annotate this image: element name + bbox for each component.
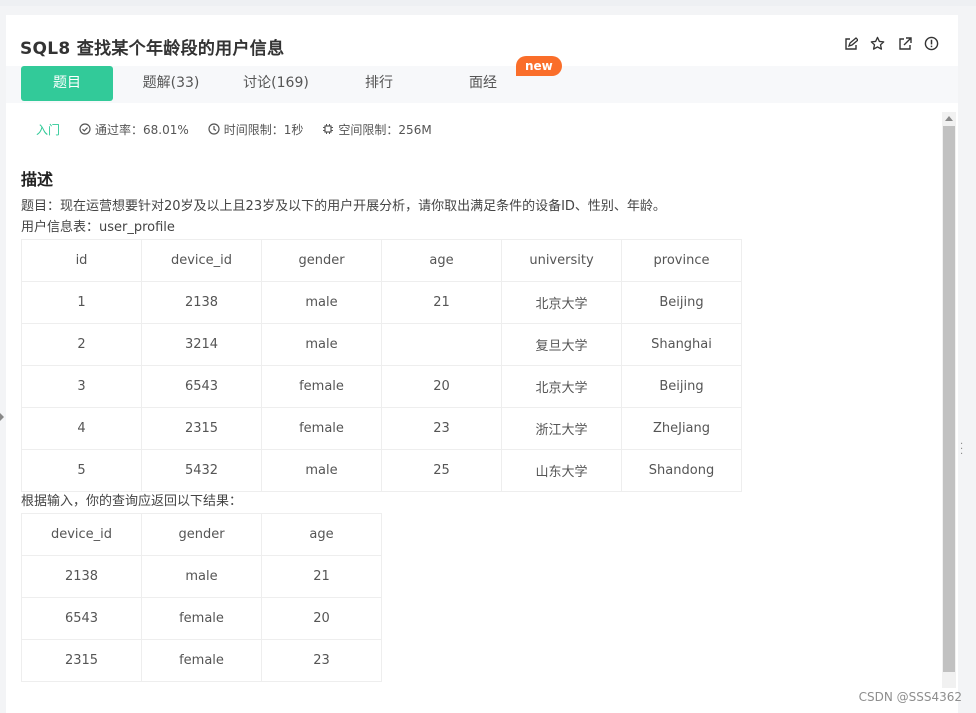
difficulty-level: 入门	[36, 122, 61, 137]
table-cell: 5432	[141, 449, 262, 492]
table-cell: 山东大学	[501, 449, 622, 492]
table-cell: 6543	[21, 597, 142, 640]
table-cell: Beijing	[621, 281, 742, 324]
table-row: 6543 female 20	[21, 597, 382, 640]
table-cell: 21	[381, 281, 502, 324]
star-icon[interactable]	[869, 35, 886, 52]
table-cell: 浙江大学	[501, 407, 622, 450]
table-cell	[381, 323, 502, 366]
table-cell: 2315	[141, 407, 262, 450]
column-header: province	[621, 239, 742, 282]
column-header: id	[21, 239, 142, 282]
table-cell: 复旦大学	[501, 323, 622, 366]
table-caption: 用户信息表：user_profile	[21, 220, 175, 235]
table-row: 5 5432 male 25 山东大学 Shandong	[21, 449, 742, 492]
table-cell: male	[261, 323, 382, 366]
table-cell: Shandong	[621, 449, 742, 492]
problem-meta: 入门 通过率：68.01% 时间限制：1秒 空间限制：256M	[36, 121, 451, 137]
table-row: 2 3214 male 复旦大学 Shanghai	[21, 323, 742, 366]
collapse-left-arrow-icon[interactable]	[0, 413, 4, 421]
table-row: 3 6543 female 20 北京大学 Beijing	[21, 365, 742, 408]
table-cell: 23	[261, 639, 382, 682]
more-vertical-icon[interactable]: · · ·	[960, 440, 964, 460]
column-header: gender	[261, 239, 382, 282]
table-header-row: id device_id gender age university provi…	[21, 239, 742, 282]
table-cell: 25	[381, 449, 502, 492]
tab-problem[interactable]: 题目	[21, 66, 113, 101]
table-cell: male	[141, 555, 262, 598]
header-actions	[842, 35, 940, 52]
result-table: device_id gender age 2138 male 21 6543 f…	[21, 513, 382, 682]
chip-icon	[323, 124, 334, 134]
column-header: gender	[141, 513, 262, 556]
table-cell: Beijing	[621, 365, 742, 408]
table-cell: 4	[21, 407, 142, 450]
problem-title: SQL8 查找某个年龄段的用户信息	[20, 39, 285, 59]
time-limit: 时间限制：1秒	[208, 121, 304, 138]
scroll-up-arrow-icon[interactable]	[945, 116, 953, 121]
table-cell: 2138	[141, 281, 262, 324]
column-header: device_id	[21, 513, 142, 556]
table-cell: 3	[21, 365, 142, 408]
problem-statement: 题目：现在运营想要针对20岁及以上且23岁及以下的用户开展分析，请你取出满足条件…	[21, 199, 666, 214]
info-icon[interactable]	[923, 35, 940, 52]
table-cell: male	[261, 281, 382, 324]
scrollbar-thumb[interactable]	[943, 126, 955, 672]
pass-rate-text: 通过率：68.01%	[95, 122, 189, 137]
table-cell: male	[261, 449, 382, 492]
table-cell: ZheJiang	[621, 407, 742, 450]
table-cell: 1	[21, 281, 142, 324]
table-cell: Shanghai	[621, 323, 742, 366]
table-cell: female	[141, 639, 262, 682]
table-cell: 23	[381, 407, 502, 450]
space-limit: 空间限制：256M	[322, 121, 432, 138]
table-row: 2315 female 23	[21, 639, 382, 682]
tab-ranking[interactable]: 排行	[336, 66, 422, 101]
problem-card: SQL8 查找某个年龄段的用户信息 题目 题解(33) 讨论(169) 排行 面…	[6, 15, 958, 713]
tab-bar: 题目 题解(33) 讨论(169) 排行 面经	[6, 66, 958, 103]
description-heading: 描述	[21, 170, 54, 189]
table-cell: 6543	[141, 365, 262, 408]
table-cell: 5	[21, 449, 142, 492]
table-cell: 2	[21, 323, 142, 366]
column-header: age	[261, 513, 382, 556]
table-cell: 2315	[21, 639, 142, 682]
column-header: device_id	[141, 239, 262, 282]
tab-discussion[interactable]: 讨论(169)	[228, 66, 324, 101]
share-icon[interactable]	[896, 35, 913, 52]
column-header: university	[501, 239, 622, 282]
top-strip	[0, 0, 976, 6]
space-limit-text: 空间限制：256M	[338, 122, 432, 137]
table-cell: 20	[381, 365, 502, 408]
check-circle-icon	[79, 123, 91, 135]
table-header-row: device_id gender age	[21, 513, 382, 556]
table-cell: female	[261, 365, 382, 408]
table-row: 2138 male 21	[21, 555, 382, 598]
table-row: 4 2315 female 23 浙江大学 ZheJiang	[21, 407, 742, 450]
new-badge: new	[516, 56, 562, 76]
clock-icon	[208, 123, 220, 135]
table-cell: 北京大学	[501, 281, 622, 324]
result-intro: 根据输入，你的查询应返回以下结果：	[21, 494, 243, 509]
edit-icon[interactable]	[842, 35, 859, 52]
table-cell: female	[261, 407, 382, 450]
time-limit-text: 时间限制：1秒	[223, 122, 304, 137]
table-cell: 2138	[21, 555, 142, 598]
table-row: 1 2138 male 21 北京大学 Beijing	[21, 281, 742, 324]
table-cell: 21	[261, 555, 382, 598]
table-cell: female	[141, 597, 262, 640]
column-header: age	[381, 239, 502, 282]
tab-solutions[interactable]: 题解(33)	[126, 66, 216, 101]
vertical-scrollbar[interactable]	[942, 112, 956, 688]
table-cell: 3214	[141, 323, 262, 366]
watermark: CSDN @SSS4362	[858, 690, 962, 704]
table-cell: 20	[261, 597, 382, 640]
table-cell: 北京大学	[501, 365, 622, 408]
user-profile-table: id device_id gender age university provi…	[21, 239, 742, 492]
pass-rate: 通过率：68.01%	[79, 121, 189, 138]
